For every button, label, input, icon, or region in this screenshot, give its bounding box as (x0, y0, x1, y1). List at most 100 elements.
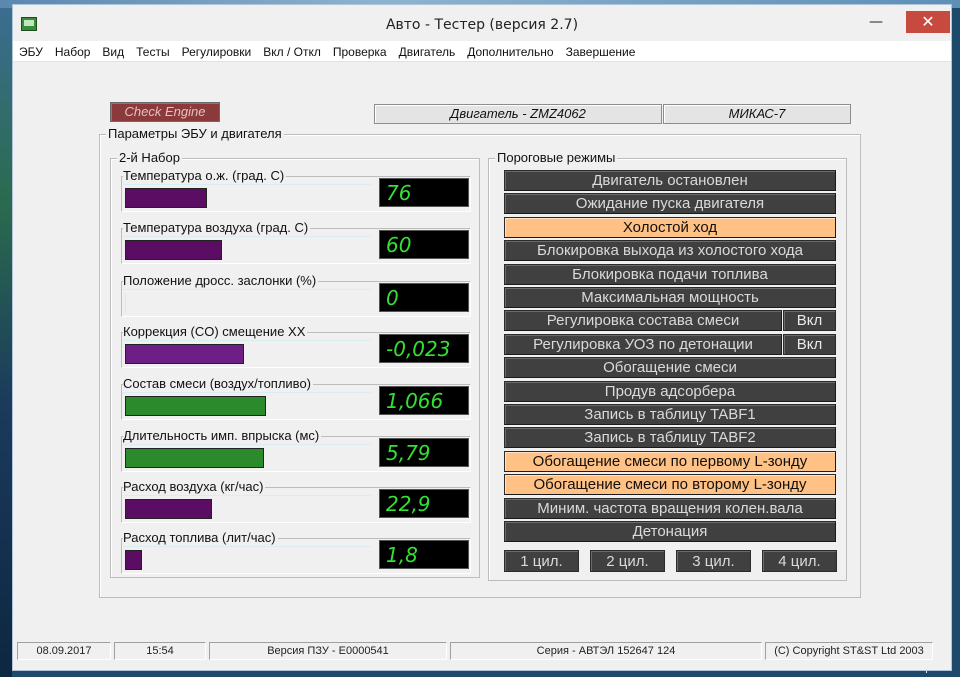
menu-exit[interactable]: Завершение (560, 42, 642, 62)
param-bar (125, 344, 244, 364)
param-bar-track (125, 550, 373, 570)
param-bar-track (125, 344, 373, 364)
menu-check[interactable]: Проверка (327, 42, 393, 62)
close-button[interactable]: ✕ (906, 11, 950, 33)
param-label: Коррекция (CO) смещение XX (123, 324, 308, 339)
mode-indicator: Продув адсорбера (504, 381, 836, 402)
param-label: Положение дросс. заслонки (%) (123, 273, 319, 288)
cylinder-3-indicator: 3 цил. (676, 550, 751, 572)
menu-bar: ЭБУ Набор Вид Тесты Регулировки Вкл / Откл Про… (13, 41, 951, 62)
title-bar[interactable]: Авто - Тестер (версия 2.7) — ✕ (13, 5, 951, 41)
menu-view[interactable]: Вид (96, 42, 130, 62)
param-value: 60 (379, 230, 469, 259)
check-engine-indicator: Check Engine (110, 102, 220, 122)
param-guide-line (123, 495, 371, 496)
status-copyright: (C) Copyright ST&ST Ltd 2003 (765, 642, 933, 660)
menu-tests[interactable]: Тесты (130, 42, 175, 62)
cylinder-2-indicator: 2 цил. (590, 550, 665, 572)
param-coolant-temp: Температура о.ж. (град. С) 76 (119, 168, 471, 212)
minimize-button[interactable]: — (861, 11, 891, 33)
mode-indicator: Холостой ход (504, 217, 836, 238)
menu-engine[interactable]: Двигатель (393, 42, 462, 62)
param-guide-line (123, 392, 371, 393)
param-fuel-flow: Расход топлива (лит/час) 1,8 (119, 530, 471, 574)
mode-indicator: Обогащение смеси (504, 357, 836, 378)
param-value: 1,066 (379, 386, 469, 415)
param-label: Длительность имп. впрыска (мс) (123, 428, 322, 443)
mode-indicator: Запись в таблицу TABF1 (504, 404, 836, 425)
mode-toggle-button[interactable]: Вкл (783, 334, 836, 355)
param-bar (125, 293, 126, 313)
mode-indicator: Обогащение смеси по первому L-зонду (504, 451, 836, 472)
menu-adjustments[interactable]: Регулировки (176, 42, 258, 62)
mode-indicator: Детонация (504, 521, 836, 542)
mode-indicator: Запись в таблицу TABF2 (504, 427, 836, 448)
param-bar (125, 550, 142, 570)
menu-on-off[interactable]: Вкл / Откл (257, 42, 327, 62)
menu-additional[interactable]: Дополнительно (461, 42, 559, 62)
mode-indicator: Максимальная мощность (504, 287, 836, 308)
param-co-correction: Коррекция (CO) смещение XX -0,023 (119, 324, 471, 368)
param-guide-line (123, 546, 371, 547)
mode-indicator: Регулировка УОЗ по детонации (504, 334, 782, 355)
param-bar-track (125, 499, 373, 519)
param-label: Расход топлива (лит/час) (123, 530, 278, 545)
param-bar-track (125, 396, 373, 416)
desktop-background (0, 0, 12, 677)
param-guide-line (123, 184, 371, 185)
menu-set[interactable]: Набор (49, 42, 97, 62)
param-value: -0,023 (379, 334, 469, 363)
ecu-model-display: МИКАС-7 (663, 104, 851, 124)
mode-indicator: Миним. частота вращения колен.вала (504, 498, 836, 519)
param-value: 22,9 (379, 489, 469, 518)
window-title: Авто - Тестер (версия 2.7) (385, 17, 579, 33)
param-throttle-position: Положение дросс. заслонки (%) 0 (119, 273, 471, 317)
param-label: Состав смеси (воздух/топливо) (123, 376, 314, 391)
param-guide-line (123, 444, 371, 445)
mode-indicator: Двигатель остановлен (504, 170, 836, 191)
mode-indicator: Блокировка подачи топлива (504, 264, 836, 285)
param-bar-track (125, 240, 373, 260)
param-bar (125, 188, 207, 208)
param-label: Температура о.ж. (град. С) (123, 168, 287, 183)
mode-indicator: Ожидание пуска двигателя (504, 193, 836, 214)
param-bar-track (125, 448, 373, 468)
params-group-title: Параметры ЭБУ и двигателя (106, 126, 284, 141)
mode-toggle-button[interactable]: Вкл (783, 310, 836, 331)
param-label: Расход воздуха (кг/час) (123, 479, 266, 494)
param-injection-duration: Длительность имп. впрыска (мс) 5,79 (119, 428, 471, 472)
client-area: Check Engine Двигатель - ZMZ4062 МИКАС-7… (13, 62, 951, 635)
param-value: 76 (379, 178, 469, 207)
menu-ecu[interactable]: ЭБУ (13, 42, 49, 62)
status-bar: 08.09.2017 15:54 Версия ПЗУ - E0000541 С… (13, 641, 951, 663)
param-bar (125, 396, 266, 416)
modes-group-title: Пороговые режимы (495, 150, 618, 165)
param-air-flow: Расход воздуха (кг/час) 22,9 (119, 479, 471, 523)
param-value: 1,8 (379, 540, 469, 569)
param-value: 0 (379, 283, 469, 312)
cylinder-1-indicator: 1 цил. (504, 550, 579, 572)
status-date: 08.09.2017 (17, 642, 111, 660)
mode-indicator: Обогащение смеси по второму L-зонду (504, 474, 836, 495)
status-time: 15:54 (114, 642, 206, 660)
status-rom-version: Версия ПЗУ - E0000541 (209, 642, 447, 660)
param-bar (125, 499, 212, 519)
param-label: Температура воздуха (град. С) (123, 220, 311, 235)
mode-indicator: Регулировка состава смеси (504, 310, 782, 331)
param-bar-track (125, 188, 373, 208)
cylinder-4-indicator: 4 цил. (762, 550, 837, 572)
mode-indicator: Блокировка выхода из холостого хода (504, 240, 836, 261)
app-window: Авто - Тестер (версия 2.7) — ✕ ЭБУ Набор В… (12, 4, 952, 671)
param-guide-line (123, 289, 371, 290)
param-mixture: Состав смеси (воздух/топливо) 1,066 (119, 376, 471, 420)
param-guide-line (123, 340, 371, 341)
param-air-temp: Температура воздуха (град. С) 60 (119, 220, 471, 264)
engine-model-display: Двигатель - ZMZ4062 (374, 104, 662, 124)
param-guide-line (123, 236, 371, 237)
param-bar-track (125, 293, 373, 313)
param-bar (125, 240, 222, 260)
param-value: 5,79 (379, 438, 469, 467)
param-set-title: 2-й Набор (117, 150, 182, 165)
param-bar (125, 448, 264, 468)
status-serial: Серия - АВТЭЛ 152647 124 (450, 642, 762, 660)
